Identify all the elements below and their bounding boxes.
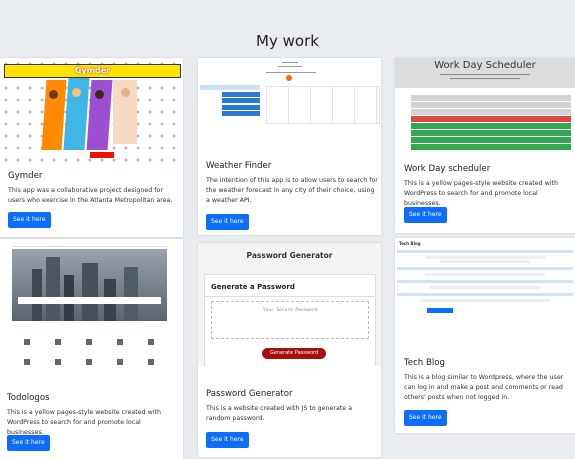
project-card-password-generator: Password Generator Generate a Password Y… bbox=[198, 243, 381, 457]
todologos-hero bbox=[12, 249, 167, 321]
see-it-here-button[interactable]: See it here bbox=[404, 207, 447, 223]
page-title: My work bbox=[256, 32, 319, 51]
project-title: Gymder bbox=[8, 171, 43, 181]
see-it-here-button[interactable]: See it here bbox=[8, 212, 51, 228]
project-card-weather-finder: Weather Finder The intention of this app… bbox=[198, 58, 381, 235]
gymder-figure-1 bbox=[49, 90, 58, 99]
weather-search-button bbox=[286, 75, 292, 81]
project-card-tech-blog: Tech Blog Tech Blog This is a blog simil… bbox=[395, 238, 575, 433]
weather-forecast-grid bbox=[266, 86, 380, 124]
gymder-figure-3 bbox=[95, 90, 104, 99]
see-it-here-button[interactable]: See it here bbox=[7, 435, 50, 451]
see-it-here-button[interactable]: See it here bbox=[206, 432, 249, 448]
tech-blog-posts bbox=[397, 250, 573, 306]
project-card-gymder: Gymder Gymder This app was a collaborati… bbox=[0, 58, 183, 237]
project-description: This app was a collaborative project des… bbox=[8, 187, 173, 204]
todologos-search-bar bbox=[18, 297, 161, 304]
weather-header-line bbox=[266, 72, 316, 73]
project-card-work-day-scheduler: Work Day Scheduler Work Day scheduler Th… bbox=[395, 58, 575, 233]
todologos-navbar bbox=[12, 239, 167, 247]
weather-header-line bbox=[282, 62, 298, 63]
todologos-category-icons bbox=[24, 339, 154, 379]
project-description: This is a yellow pages-style website cre… bbox=[404, 180, 558, 207]
weather-city-list bbox=[200, 85, 260, 123]
password-placeholder: Your Secure Password bbox=[262, 308, 318, 313]
scheduler-title: Work Day Scheduler bbox=[434, 60, 536, 71]
project-title: Password Generator bbox=[206, 389, 293, 399]
tech-blog-thumbnail[interactable]: Tech Blog bbox=[395, 238, 575, 346]
see-it-here-button[interactable]: See it here bbox=[206, 214, 249, 230]
generate-password-button: Generate Password bbox=[262, 348, 326, 359]
gymder-logo-text: Gymder bbox=[74, 66, 111, 75]
gymder-thumbnail[interactable]: Gymder bbox=[0, 58, 183, 162]
password-panel: Generate a Password Your Secure Password… bbox=[204, 274, 376, 366]
gymder-red-bar bbox=[90, 152, 114, 158]
password-subheading: Generate a Password bbox=[211, 283, 295, 291]
project-description: The intention of this app is to allow us… bbox=[206, 177, 378, 204]
password-divider bbox=[205, 296, 375, 297]
gymder-figure-4 bbox=[121, 88, 130, 97]
project-title: Tech Blog bbox=[404, 358, 445, 368]
project-title: Weather Finder bbox=[206, 161, 272, 171]
weather-thumbnail[interactable] bbox=[198, 58, 381, 125]
scheduler-thumbnail[interactable]: Work Day Scheduler bbox=[395, 58, 575, 158]
project-title: Work Day scheduler bbox=[404, 164, 491, 174]
weather-header-line bbox=[278, 66, 302, 67]
tech-blog-header: Tech Blog bbox=[399, 241, 421, 246]
project-description: This is a yellow pages-style website cre… bbox=[7, 409, 161, 436]
project-description: This is a website created with JS to gen… bbox=[206, 405, 353, 422]
project-card-todologos: Todologos This is a yellow pages-style w… bbox=[0, 239, 183, 459]
scheduler-header: Work Day Scheduler bbox=[395, 58, 575, 88]
scheduler-rows bbox=[401, 95, 571, 151]
project-description: This is a blog similar to Wordpress, whe… bbox=[404, 374, 564, 401]
todologos-thumbnail[interactable] bbox=[0, 239, 183, 383]
see-it-here-button[interactable]: See it here bbox=[404, 410, 447, 426]
password-heading: Password Generator bbox=[246, 251, 333, 260]
gymder-figure-2 bbox=[72, 88, 81, 97]
tech-blog-button bbox=[427, 308, 453, 313]
password-output: Your Secure Password bbox=[211, 301, 369, 339]
password-thumbnail[interactable]: Password Generator Generate a Password Y… bbox=[198, 243, 381, 366]
project-title: Todologos bbox=[7, 393, 50, 403]
gymder-banner: Gymder bbox=[4, 64, 181, 78]
